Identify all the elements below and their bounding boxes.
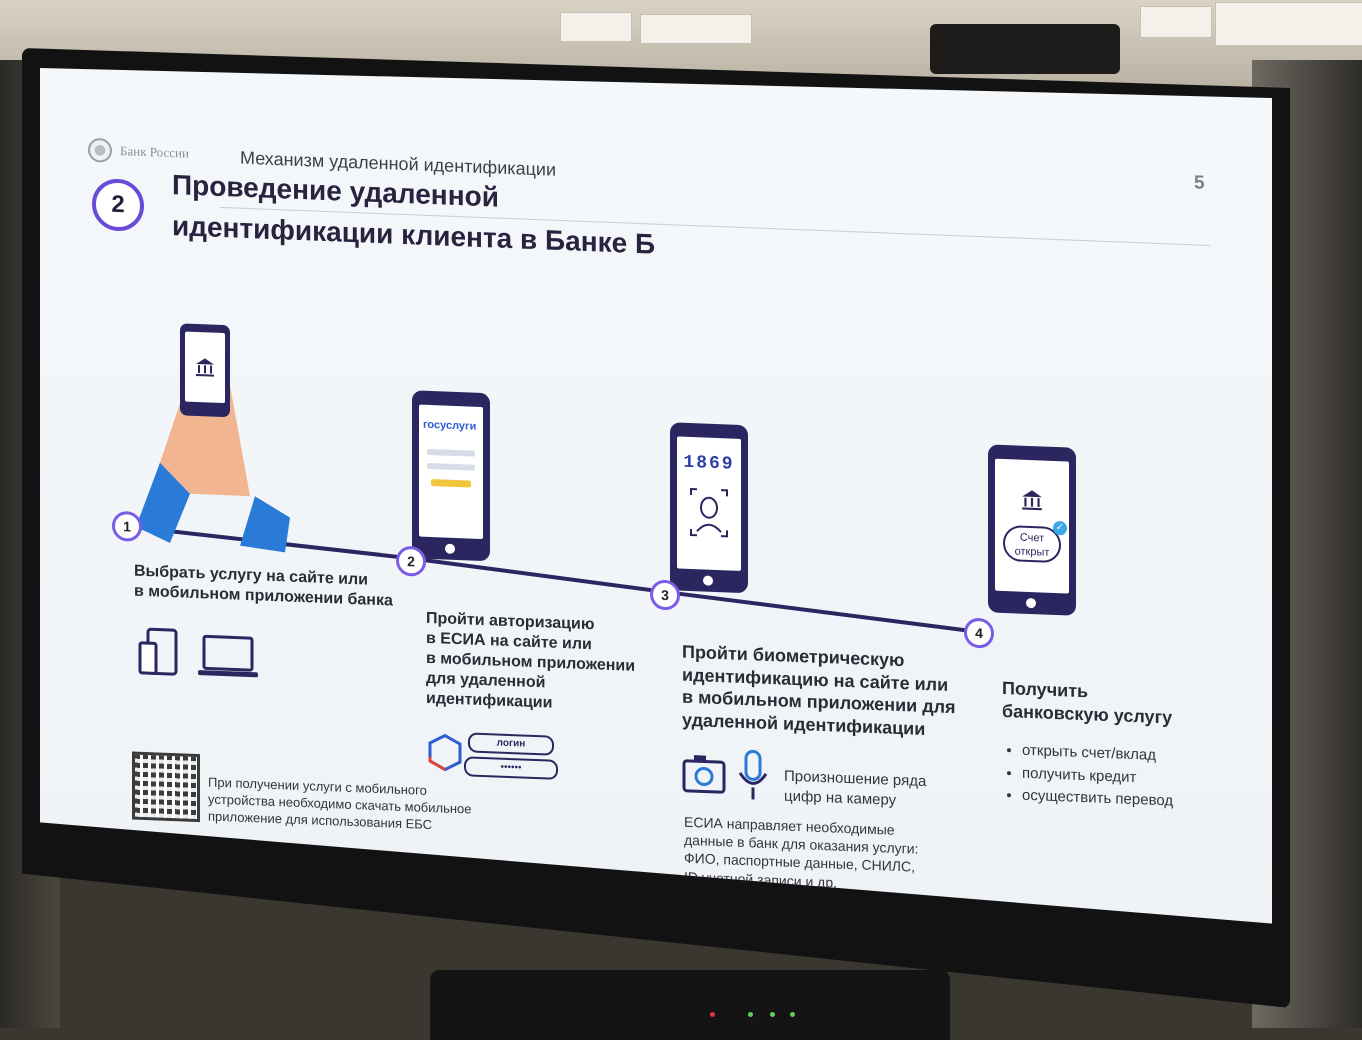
step-2-text: Пройти авторизацию в ЕСИА на сайте или в… [426, 609, 635, 717]
status-led [790, 1012, 795, 1017]
bank-icon [196, 358, 214, 377]
status-led [770, 1012, 775, 1017]
qr-code [132, 751, 200, 823]
step-number-3: 3 [650, 579, 680, 611]
phone-step-2: госуслуги [412, 390, 490, 562]
step-number-1: 1 [112, 510, 142, 542]
check-icon: ✓ [1053, 520, 1067, 536]
name-card [640, 14, 752, 44]
digits-display: 1869 [683, 452, 735, 475]
name-card [1215, 2, 1362, 46]
power-led [710, 1012, 715, 1017]
phone-step-3: 1869 [670, 422, 748, 594]
monitor-stand [430, 970, 950, 1040]
password-field: •••••• [464, 756, 558, 780]
microphone-icon [738, 749, 768, 800]
phone-step-1 [180, 323, 230, 418]
sleeve [240, 496, 290, 553]
phone-tablet-icon [138, 627, 178, 676]
gosuslugi-logo: госуслуги [423, 418, 477, 433]
step-number-2: 2 [396, 545, 426, 577]
name-card [1140, 6, 1212, 38]
step-4-text: Получить банковскую услугу [1002, 677, 1172, 729]
account-open-badge: Счет открыт ✓ [1003, 520, 1067, 564]
camera-icon [682, 755, 726, 794]
qr-note: При получении услуги с мобильного устрой… [208, 774, 472, 835]
laptop-icon [198, 634, 258, 678]
step-3-text: Пройти биометрическую идентификацию на с… [682, 641, 956, 742]
phone-step-4: Счет открыт ✓ [988, 444, 1076, 616]
bank-icon [1022, 490, 1042, 511]
conference-equipment [930, 24, 1120, 74]
step-number-4: 4 [964, 617, 994, 649]
login-field: логин [468, 732, 554, 756]
face-scan-icon [690, 487, 728, 538]
voice-note: Произношение ряда цифр на камеру [784, 767, 926, 811]
gosuslugi-badge-icon [428, 733, 462, 772]
name-card [560, 12, 632, 42]
service-list: открыть счет/вклад получить кредит осуще… [1006, 739, 1173, 813]
status-led [748, 1012, 753, 1017]
text-line: открыт [1014, 545, 1050, 559]
